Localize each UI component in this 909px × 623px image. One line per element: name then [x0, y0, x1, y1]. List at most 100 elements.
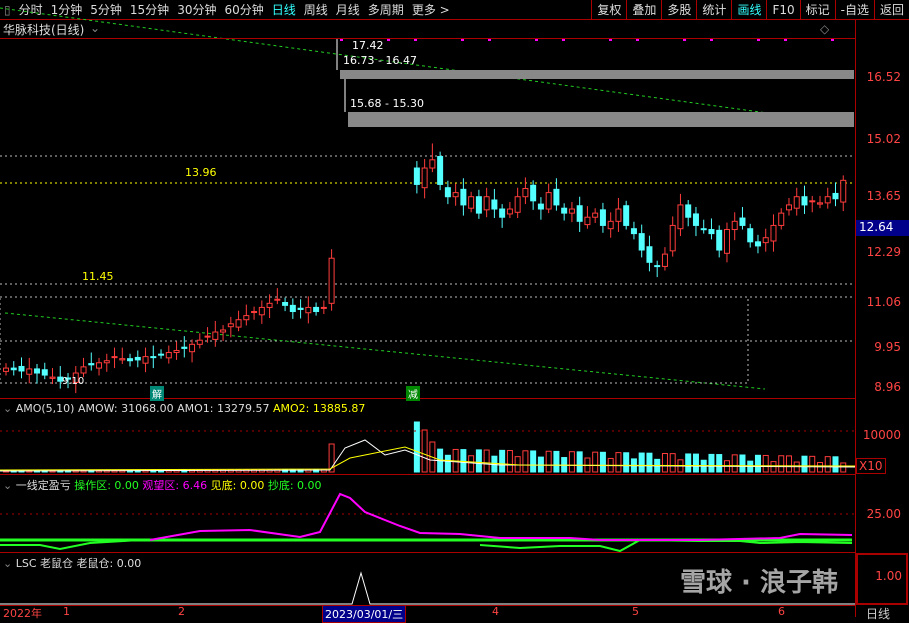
candle — [778, 212, 785, 226]
candle — [173, 349, 180, 354]
green-line — [479, 538, 853, 553]
band-label: 16.73 - 16.47 — [343, 54, 417, 67]
date-label: 5 — [632, 605, 639, 618]
axis-label: 16.52 — [866, 70, 901, 84]
candle — [840, 179, 847, 203]
volume-bar — [530, 450, 537, 473]
candle — [716, 229, 723, 251]
lsc-name: LSC 老鼠仓 — [15, 557, 74, 570]
chart-canvas[interactable] — [0, 0, 855, 617]
volume-bar — [638, 452, 645, 473]
candle — [677, 204, 684, 230]
candle — [429, 159, 436, 169]
axis-label: 1.00 — [856, 553, 908, 605]
candle — [592, 212, 599, 218]
volume-bar — [615, 452, 622, 473]
candle — [18, 365, 25, 372]
lsc-legend: ⌄ LSC 老鼠仓 老鼠仓: 0.00 — [3, 555, 141, 571]
volume-bar — [599, 451, 606, 473]
volume-bar — [553, 450, 560, 473]
candle — [49, 376, 56, 379]
band-label: 15.68 - 15.30 — [350, 97, 424, 110]
candle — [189, 343, 196, 353]
candle — [514, 196, 521, 213]
candle — [731, 220, 738, 231]
collapse-icon[interactable]: ⌄ — [3, 479, 12, 492]
candle — [654, 265, 661, 268]
volume-bar — [576, 451, 583, 473]
candle — [824, 196, 831, 204]
candle — [258, 306, 265, 316]
selected-date: 2023/03/01/三 — [322, 605, 407, 623]
candle — [568, 208, 575, 214]
volume-bar — [468, 455, 475, 473]
volume-bar — [801, 455, 808, 473]
candle — [537, 203, 544, 210]
volume-bar — [669, 453, 676, 473]
candle — [243, 315, 250, 321]
candle — [630, 228, 637, 235]
lsc-value: 老鼠仓: 0.00 — [76, 557, 142, 570]
date-label: 4 — [492, 605, 499, 618]
watch-value: 观望区: 6.46 — [142, 479, 208, 492]
candle — [444, 187, 451, 198]
volume-bar — [692, 453, 699, 473]
candle — [220, 329, 227, 333]
candle — [41, 369, 48, 376]
volume-bar — [840, 462, 847, 473]
toolbar-button-8[interactable]: 返回 — [873, 0, 909, 20]
candle — [475, 196, 482, 214]
candle — [421, 167, 428, 189]
amo2-value: AMO2: 13885.87 — [272, 402, 366, 415]
date-label: 2022年 — [3, 607, 42, 620]
volume-bar — [568, 451, 575, 473]
candle — [553, 188, 560, 206]
volume-bar — [592, 451, 599, 473]
candle — [181, 346, 188, 349]
candle — [111, 356, 118, 359]
collapse-icon[interactable]: ⌄ — [3, 557, 12, 570]
current-price-tag: 12.64 — [856, 220, 909, 236]
volume-bar — [824, 456, 831, 473]
date-label: 1 — [63, 605, 70, 618]
volume-bar — [483, 449, 490, 473]
collapse-icon[interactable]: ⌄ — [3, 402, 12, 415]
candle — [289, 304, 296, 313]
candle — [646, 246, 653, 263]
axis-label: 13.65 — [866, 189, 901, 203]
volume-bar — [762, 454, 769, 473]
volume-bar — [475, 449, 482, 473]
candle — [212, 331, 219, 340]
date-label: 6 — [778, 605, 785, 618]
axis-label: 25.00 — [866, 507, 901, 521]
candle — [762, 237, 769, 244]
candle — [235, 319, 242, 328]
candle — [437, 156, 444, 185]
scale-badge: X10 — [856, 458, 886, 474]
op-value: 操作区: 0.00 — [74, 479, 139, 492]
candle — [530, 184, 537, 202]
signal-marker[interactable]: 解 — [150, 386, 164, 401]
candle — [576, 205, 583, 222]
ind-legend: ⌄ 一线定盈亏 操作区: 0.00 观望区: 6.46 见底: 0.00 抄底:… — [3, 477, 322, 493]
magenta-line — [149, 492, 853, 541]
candle — [266, 302, 273, 308]
volume-bar — [460, 449, 467, 473]
candle — [413, 167, 420, 185]
candle — [522, 188, 529, 198]
candle — [468, 196, 475, 209]
candle — [460, 188, 467, 206]
price-band — [348, 112, 854, 127]
candle — [96, 362, 103, 369]
volume-bar — [421, 429, 428, 473]
axis-label: 12.29 — [866, 245, 901, 259]
candle — [34, 368, 41, 374]
high-label: 17.42 — [352, 39, 384, 52]
candle — [793, 196, 800, 209]
candle — [251, 311, 258, 314]
amo-name: AMO(5,10) — [15, 402, 75, 415]
candle — [770, 224, 777, 242]
signal-marker[interactable]: 减 — [406, 386, 420, 401]
period-label: 日线 — [866, 607, 891, 621]
level-label: 13.96 — [185, 166, 217, 179]
